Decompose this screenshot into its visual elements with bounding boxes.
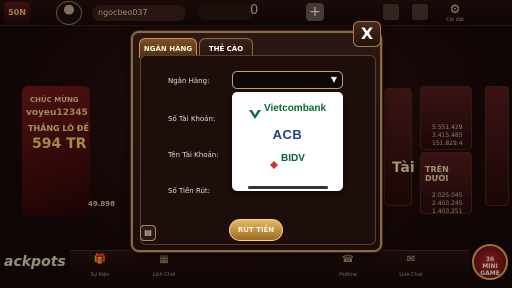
history-icon[interactable]: ▤ <box>140 225 156 241</box>
account-number-label: Số Tài Khoản: <box>168 115 216 123</box>
bank-name: ACB <box>272 126 303 142</box>
close-button[interactable]: X <box>353 21 381 47</box>
bank-select[interactable]: ▼ <box>232 71 343 89</box>
clipped-option <box>247 185 328 189</box>
bank-name: BIDV <box>281 152 305 164</box>
vietcombank-logo-icon <box>248 104 261 119</box>
bank-dropdown: Vietcombank ACB BIDV <box>232 92 343 191</box>
bank-option-vietcombank[interactable]: Vietcombank <box>232 97 343 119</box>
chevron-down-icon: ▼ <box>330 75 337 84</box>
account-name-label: Tên Tài Khoản: <box>168 151 219 159</box>
bank-option-bidv[interactable]: BIDV <box>232 147 343 169</box>
bidv-logo-icon <box>270 154 279 169</box>
bank-option-acb[interactable]: ACB <box>232 123 343 145</box>
amount-label: Số Tiền Rút: <box>168 187 211 195</box>
withdraw-button[interactable]: RÚT TIỀN <box>229 219 283 241</box>
bank-label: Ngân Hàng: <box>168 77 210 85</box>
bank-name: Vietcombank <box>263 102 327 114</box>
bank-option-partial[interactable] <box>232 171 343 191</box>
